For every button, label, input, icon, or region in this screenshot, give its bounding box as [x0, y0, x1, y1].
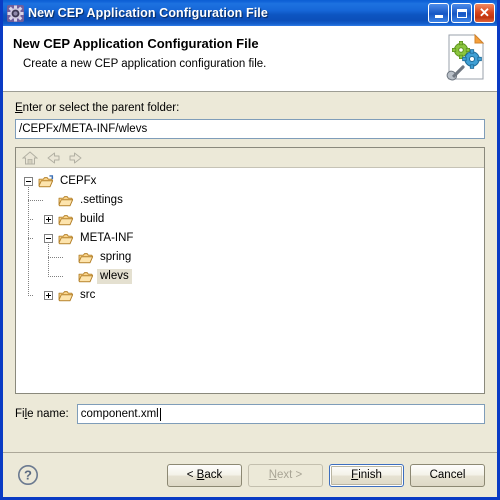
- tree-item-label: .settings: [80, 194, 123, 206]
- document-gears-wrench-icon: [443, 32, 489, 82]
- tree-item[interactable]: wlevs: [16, 267, 484, 286]
- parent-folder-label: Enter or select the parent folder:: [15, 102, 485, 114]
- maximize-icon: [456, 8, 467, 18]
- finish-button[interactable]: Finish: [329, 463, 404, 487]
- minimize-button[interactable]: [428, 3, 449, 23]
- file-name-value: component.xml: [80, 408, 159, 420]
- expand-icon[interactable]: [44, 291, 53, 300]
- parent-folder-label-text: nter or select the parent folder:: [22, 102, 180, 114]
- wizard-body: Enter or select the parent folder: /CEPF…: [3, 92, 497, 452]
- collapse-icon[interactable]: [24, 177, 33, 186]
- forward-arrow-icon[interactable]: [68, 150, 84, 166]
- tree-item-label: spring: [100, 251, 132, 263]
- svg-text:?: ?: [24, 468, 32, 483]
- page-title: New CEP Application Configuration File: [13, 36, 259, 51]
- wizard-header: New CEP Application Configuration File C…: [3, 26, 497, 92]
- folder-tree[interactable]: CEPFx .settings build META-INF spring wlevs sr…: [16, 168, 484, 393]
- wizard-buttons: < Back Next > Finish Cancel: [167, 463, 485, 487]
- help-question-icon[interactable]: ?: [17, 464, 39, 486]
- tree-item[interactable]: META-INF: [16, 229, 484, 248]
- open-folder-icon: [58, 213, 74, 226]
- header-texts: New CEP Application Configuration File C…: [13, 34, 443, 70]
- text-caret: [159, 407, 161, 421]
- tree-item-label: src: [80, 289, 96, 301]
- button-label: Next >: [268, 469, 303, 481]
- tree-item-label: build: [80, 213, 105, 225]
- tree-toolbar: [16, 148, 484, 168]
- wizard-window: New CEP Application Configuration File ✕…: [0, 0, 500, 500]
- tree-item[interactable]: spring: [16, 248, 484, 267]
- open-folder-icon: [78, 251, 94, 264]
- close-button[interactable]: ✕: [474, 3, 495, 23]
- maximize-button[interactable]: [451, 3, 472, 23]
- file-name-label-text: e name:: [27, 408, 69, 420]
- collapse-icon[interactable]: [44, 234, 53, 243]
- tree-item[interactable]: src: [16, 286, 484, 305]
- back-arrow-icon[interactable]: [45, 150, 61, 166]
- close-icon: ✕: [479, 5, 490, 20]
- file-name-label: File name:: [15, 408, 69, 420]
- folder-tree-panel: CEPFx .settings build META-INF spring wlevs sr…: [15, 147, 485, 394]
- tree-item-label: META-INF: [80, 232, 134, 244]
- file-name-label-prefix: Fi: [15, 408, 25, 420]
- button-label: Cancel: [429, 469, 466, 481]
- window-controls: ✕: [428, 3, 495, 23]
- minimize-icon: [434, 15, 443, 18]
- file-name-row: File name: component.xml: [15, 404, 485, 424]
- expand-icon[interactable]: [44, 215, 53, 224]
- open-folder-icon: [58, 232, 74, 245]
- window-title: New CEP Application Configuration File: [28, 6, 268, 20]
- file-name-input[interactable]: component.xml: [76, 404, 485, 424]
- open-folder-icon: [58, 289, 74, 302]
- gear-icon: [7, 4, 24, 22]
- back-button[interactable]: < Back: [167, 463, 242, 487]
- open-folder-icon: [58, 194, 74, 207]
- page-subtitle: Create a new CEP application configurati…: [23, 58, 267, 70]
- open-folder-icon: [78, 270, 94, 283]
- tree-item[interactable]: build: [16, 210, 484, 229]
- button-bar: ? < Back Next > Finish Cancel: [3, 453, 497, 497]
- title-bar[interactable]: New CEP Application Configuration File ✕: [3, 0, 497, 26]
- button-label: < Back: [186, 469, 223, 481]
- button-label: Finish: [351, 469, 382, 481]
- open-folder-project-icon: [38, 175, 54, 188]
- parent-folder-value: /CEPFx/META-INF/wlevs: [19, 123, 148, 135]
- next-button: Next >: [248, 463, 323, 487]
- tree-item[interactable]: .settings: [16, 191, 484, 210]
- parent-folder-input[interactable]: /CEPFx/META-INF/wlevs: [15, 119, 485, 139]
- tree-item-label: CEPFx: [60, 175, 97, 187]
- tree-item[interactable]: CEPFx: [16, 172, 484, 191]
- parent-folder-label-mnemonic: E: [15, 102, 23, 114]
- cancel-button[interactable]: Cancel: [410, 463, 485, 487]
- tree-item-label: wlevs: [97, 269, 132, 284]
- home-icon[interactable]: [21, 150, 39, 166]
